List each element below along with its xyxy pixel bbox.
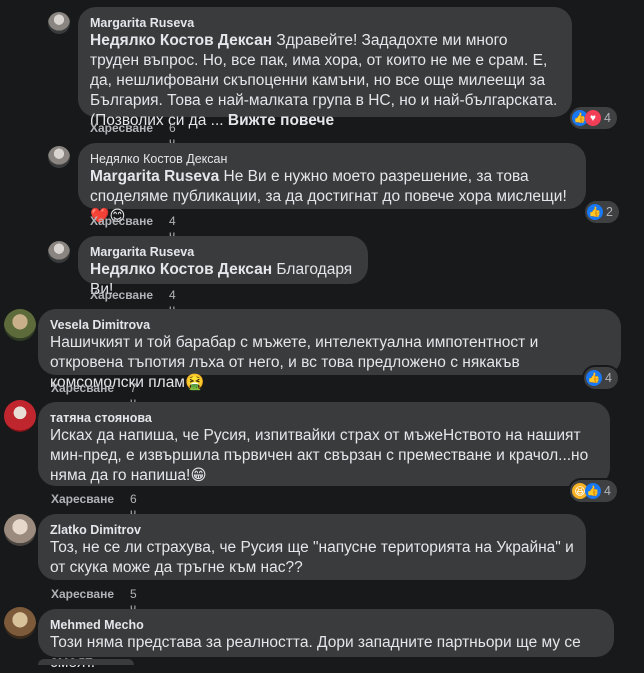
- comment-bubble: Margarita Ruseva Недялко Костов Дексан З…: [78, 7, 572, 129]
- like-icon: 👍: [586, 370, 602, 386]
- comment-author[interactable]: татяна стоянова: [50, 410, 598, 426]
- mention-link[interactable]: Недялко Костов Дексан: [90, 261, 272, 278]
- like-icon: 👍: [585, 483, 601, 499]
- reaction-count: 2: [606, 205, 613, 219]
- comment-bubble: Mehmed Mecho Този няма представа за реал…: [38, 609, 614, 671]
- avatar[interactable]: [4, 514, 36, 546]
- comment-text: Исках да напиша, че Русия, изпитвайки ст…: [50, 427, 589, 484]
- avatar[interactable]: [4, 607, 36, 639]
- comment-bubble: Vesela Dimitrova Нашичкият и той барабар…: [38, 309, 621, 391]
- comment-text: Тоз, не се ли страхува, че Русия ще "нап…: [50, 539, 574, 576]
- avatar[interactable]: [4, 400, 36, 432]
- comment-author[interactable]: Недялко Костов Дексан: [90, 151, 574, 167]
- reaction-summary[interactable]: 😆 👍 4: [570, 480, 617, 502]
- reaction-summary[interactable]: 👍 4: [584, 367, 618, 389]
- reaction-summary[interactable]: 👍 ♥ 4: [570, 107, 617, 129]
- avatar[interactable]: [48, 241, 70, 263]
- mention-link[interactable]: Margarita Ruseva: [90, 168, 219, 185]
- comment-text: Този няма представа за реалността. Дори …: [50, 634, 581, 671]
- comment-author[interactable]: Zlatko Dimitrov: [50, 522, 574, 538]
- mention-link[interactable]: Недялко Костов Дексан: [90, 32, 272, 49]
- reaction-summary[interactable]: 👍 2: [585, 201, 619, 223]
- comment-author[interactable]: Margarita Ruseva: [90, 244, 356, 260]
- comment-author[interactable]: Mehmed Mecho: [50, 617, 602, 633]
- comment-author[interactable]: Vesela Dimitrova: [50, 317, 609, 333]
- comment-bubble: Недялко Костов Дексан Margarita Ruseva Н…: [78, 143, 586, 225]
- love-icon: ♥: [585, 110, 601, 126]
- reaction-count: 4: [604, 111, 611, 125]
- reaction-count: 4: [604, 484, 611, 498]
- comment-bubble: татяна стоянова Исках да напиша, че Руси…: [38, 402, 610, 486]
- comment-text: Недялко Костов Дексан Здравейте! Зададох…: [90, 32, 558, 129]
- avatar[interactable]: [48, 146, 70, 168]
- like-icon: 👍: [587, 204, 603, 220]
- reaction-count: 4: [605, 371, 612, 385]
- avatar[interactable]: [4, 309, 36, 341]
- comment-author[interactable]: Margarita Ruseva: [90, 15, 560, 31]
- attached-image-preview[interactable]: [38, 659, 134, 665]
- comment-bubble: Margarita Ruseva Недялко Костов Дексан Б…: [78, 236, 368, 298]
- comment-bubble: Zlatko Dimitrov Тоз, не се ли страхува, …: [38, 514, 586, 580]
- avatar[interactable]: [48, 12, 70, 34]
- see-more-link[interactable]: Вижте повече: [228, 112, 334, 129]
